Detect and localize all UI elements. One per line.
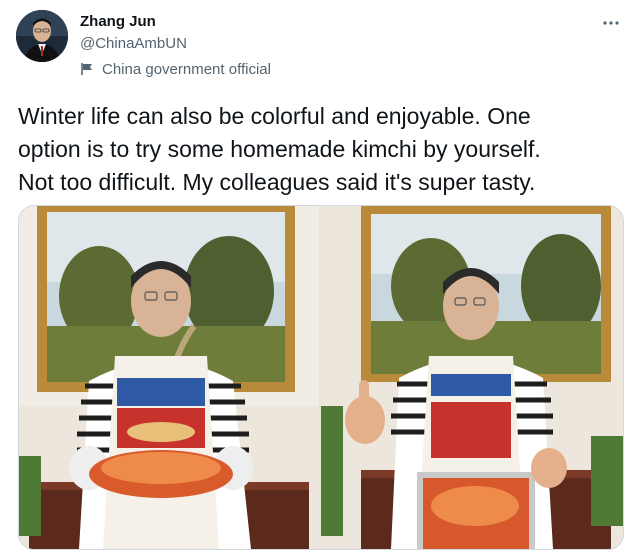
- tweet-text: Winter life can also be colorful and enj…: [18, 100, 618, 199]
- avatar[interactable]: [16, 10, 68, 62]
- more-dots-icon: [602, 13, 620, 31]
- government-label[interactable]: China government official: [80, 60, 271, 78]
- tweet-text-line: option is to try some homemade kimchi by…: [18, 136, 541, 162]
- more-options-button[interactable]: [596, 10, 626, 34]
- photo-2[interactable]: [321, 206, 623, 549]
- author-handle[interactable]: @ChinaAmbUN: [80, 35, 187, 52]
- author-name[interactable]: Zhang Jun: [80, 13, 156, 30]
- photo-1[interactable]: [19, 206, 319, 549]
- tweet-text-line: Winter life can also be colorful and enj…: [18, 103, 531, 129]
- tweet-card: Zhang Jun @ChinaAmbUN China government o…: [0, 0, 640, 559]
- government-label-text: China government official: [102, 60, 271, 78]
- tweet-text-line: Not too difficult. My colleagues said it…: [18, 169, 536, 195]
- media-grid: [18, 205, 624, 550]
- flag-icon: [80, 62, 94, 76]
